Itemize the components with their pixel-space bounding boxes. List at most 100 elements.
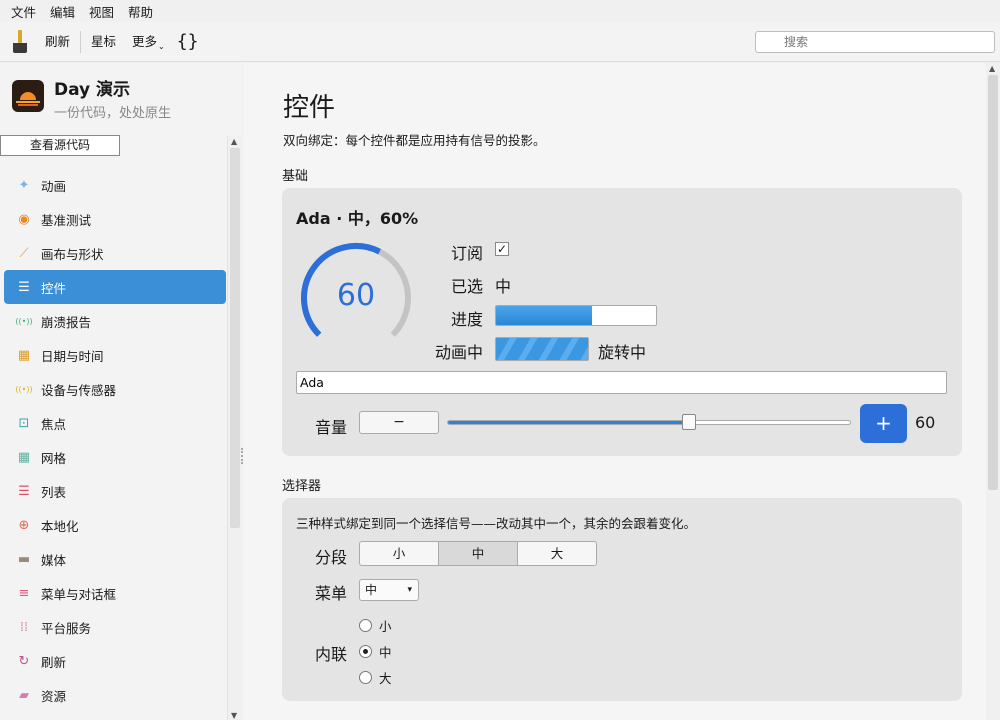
sidebar-item-label: 基准测试 <box>41 212 92 228</box>
scroll-down-icon[interactable]: ▼ <box>231 711 237 720</box>
radio-button[interactable] <box>359 619 372 632</box>
sidebar-item-11[interactable]: ▬ 媒体 <box>4 542 226 576</box>
sidebar-item-label: 列表 <box>41 484 67 500</box>
sidebar-item-0[interactable]: ✦ 动画 <box>4 168 226 202</box>
sidebar-item-15[interactable]: ▰ 资源 <box>4 678 226 712</box>
grid-icon: ▦ <box>17 449 31 465</box>
app-header: Day 演示 一份代码，处处原生 <box>12 80 171 121</box>
sparkle-icon: ✦ <box>18 177 30 193</box>
sunrise-logo-icon <box>12 80 44 112</box>
section-basic-label: 基础 <box>282 169 309 184</box>
braces-icon[interactable]: {} <box>177 31 199 52</box>
sidebar-item-12[interactable]: ≡ 菜单与对话框 <box>4 576 226 610</box>
sidebar-item-14[interactable]: ↻ 刷新 <box>4 644 226 678</box>
app-title: Day 演示 <box>54 80 131 100</box>
scroll-up-icon[interactable]: ▲ <box>231 137 237 146</box>
sidebar-item-label: 设备与传感器 <box>41 382 117 398</box>
basic-card: Ada · 中，60% 60 订阅 ✓ 已选 中 进度 动画中 旋转中 音量 −… <box>282 188 962 456</box>
sidebar-item-label: 网格 <box>41 450 67 466</box>
sidebar-item-label: 刷新 <box>41 654 67 670</box>
broadcast-icon: ((•)) <box>15 316 33 326</box>
chevron-down-icon: ⌄ <box>158 41 165 51</box>
subscribe-checkbox[interactable]: ✓ <box>495 242 509 256</box>
main-scroll-thumb[interactable] <box>988 75 998 490</box>
app-subtitle: 一份代码，处处原生 <box>54 106 172 121</box>
scroll-up-icon[interactable]: ▲ <box>989 64 995 73</box>
chevron-down-icon: ▾ <box>407 585 412 595</box>
slider-handle[interactable] <box>682 414 697 430</box>
menu-view[interactable]: 视图 <box>82 2 121 21</box>
controls-icon: ☰ <box>18 279 30 295</box>
more-button[interactable]: 更多 ⌄ <box>124 30 173 54</box>
menu-edit[interactable]: 编辑 <box>43 2 82 21</box>
brush-icon[interactable] <box>11 29 29 54</box>
search-input[interactable] <box>755 31 995 53</box>
menu-file[interactable]: 文件 <box>4 2 43 21</box>
brush-icon: ⟋ <box>19 245 29 261</box>
name-input[interactable] <box>296 371 947 394</box>
volume-increase-button[interactable]: + <box>860 404 907 443</box>
sidebar-item-label: 日期与时间 <box>41 348 104 364</box>
sidebar-item-9[interactable]: ☰ 列表 <box>4 474 226 508</box>
refresh-icon: ↻ <box>18 653 30 669</box>
sidebar-item-13[interactable]: ⁞⁞ 平台服务 <box>4 610 226 644</box>
sidebar-item-10[interactable]: ⊕ 本地化 <box>4 508 226 542</box>
folder-icon: ▰ <box>19 687 29 703</box>
globe-icon: ⊕ <box>18 517 30 533</box>
sidebar-scroll-thumb[interactable] <box>230 148 240 528</box>
menu-dropdown-value: 中 <box>365 583 378 597</box>
sidebar-item-label: 崩溃报告 <box>41 314 92 330</box>
main-scrollbar[interactable]: ▲ <box>986 63 1000 720</box>
calendar-icon: ▦ <box>17 347 31 363</box>
subscribe-label: 订阅 <box>450 244 483 263</box>
volume-decrease-button[interactable]: − <box>359 411 439 434</box>
segment-option-1[interactable]: 中 <box>438 541 518 566</box>
progress-fill <box>496 306 592 325</box>
sidebar-item-4[interactable]: ((•)) 崩溃报告 <box>4 304 226 338</box>
menu-help[interactable]: 帮助 <box>121 2 160 21</box>
sidebar-item-label: 动画 <box>41 178 67 194</box>
star-button[interactable]: 星标 <box>83 30 124 54</box>
menu-label: 菜单 <box>314 584 347 603</box>
sidebar-item-label: 菜单与对话框 <box>41 586 117 602</box>
radio-button[interactable] <box>359 645 372 658</box>
sidebar-item-7[interactable]: ⊡ 焦点 <box>4 406 226 440</box>
sidebar-item-label: 媒体 <box>41 552 67 568</box>
sidebar-item-1[interactable]: ◉ 基准测试 <box>4 202 226 236</box>
segment-option-0[interactable]: 小 <box>359 541 439 566</box>
sidebar-item-label: 资源 <box>41 688 67 704</box>
volume-label: 音量 <box>314 418 347 437</box>
speedometer-icon: ◉ <box>18 211 30 227</box>
menu-bar: 文件 编辑 视图 帮助 <box>0 0 1000 22</box>
section-picker-label: 选择器 <box>282 479 322 494</box>
sidebar-item-8[interactable]: ▦ 网格 <box>4 440 226 474</box>
refresh-button[interactable]: 刷新 <box>37 30 78 54</box>
radio-button[interactable] <box>359 671 372 684</box>
menu-dropdown[interactable]: 中 ▾ <box>359 579 419 601</box>
sidebar-item-2[interactable]: ⟋ 画布与形状 <box>4 236 226 270</box>
picker-card: 三种样式绑定到同一个选择信号——改动其中一个，其余的会跟着变化。 分段 小中大 … <box>282 498 962 701</box>
list-icon: ☰ <box>18 483 30 499</box>
segment-option-2[interactable]: 大 <box>517 541 597 566</box>
sensor-icon: ((•)) <box>15 384 33 394</box>
radio-label: 中 <box>379 645 392 660</box>
sidebar-item-3[interactable]: ☰ 控件 <box>4 270 226 304</box>
selected-label: 已选 <box>450 277 483 296</box>
radio-option-0[interactable]: 小 <box>359 616 392 635</box>
volume-slider[interactable] <box>447 420 851 425</box>
slider-fill <box>448 421 690 424</box>
picker-description: 三种样式绑定到同一个选择信号——改动其中一个，其余的会跟着变化。 <box>296 516 697 531</box>
inline-label: 内联 <box>314 645 347 664</box>
toolbar-separator <box>80 30 82 53</box>
card-title: Ada · 中，60% <box>296 209 419 228</box>
radio-option-2[interactable]: 大 <box>359 668 392 687</box>
toolbar: 刷新 星标 更多 ⌄ {} <box>0 22 1000 62</box>
sidebar-scrollbar[interactable]: ▲ ▼ <box>227 136 241 720</box>
segmented-control: 小中大 <box>359 541 597 566</box>
radio-label: 小 <box>379 619 392 634</box>
view-source-button[interactable]: 查看源代码 <box>0 135 120 156</box>
sidebar-item-5[interactable]: ▦ 日期与时间 <box>4 338 226 372</box>
main-content: 控件 双向绑定：每个控件都是应用持有信号的投影。 基础 Ada · 中，60% … <box>243 63 986 720</box>
radio-option-1[interactable]: 中 <box>359 642 392 661</box>
sidebar-item-6[interactable]: ((•)) 设备与传感器 <box>4 372 226 406</box>
